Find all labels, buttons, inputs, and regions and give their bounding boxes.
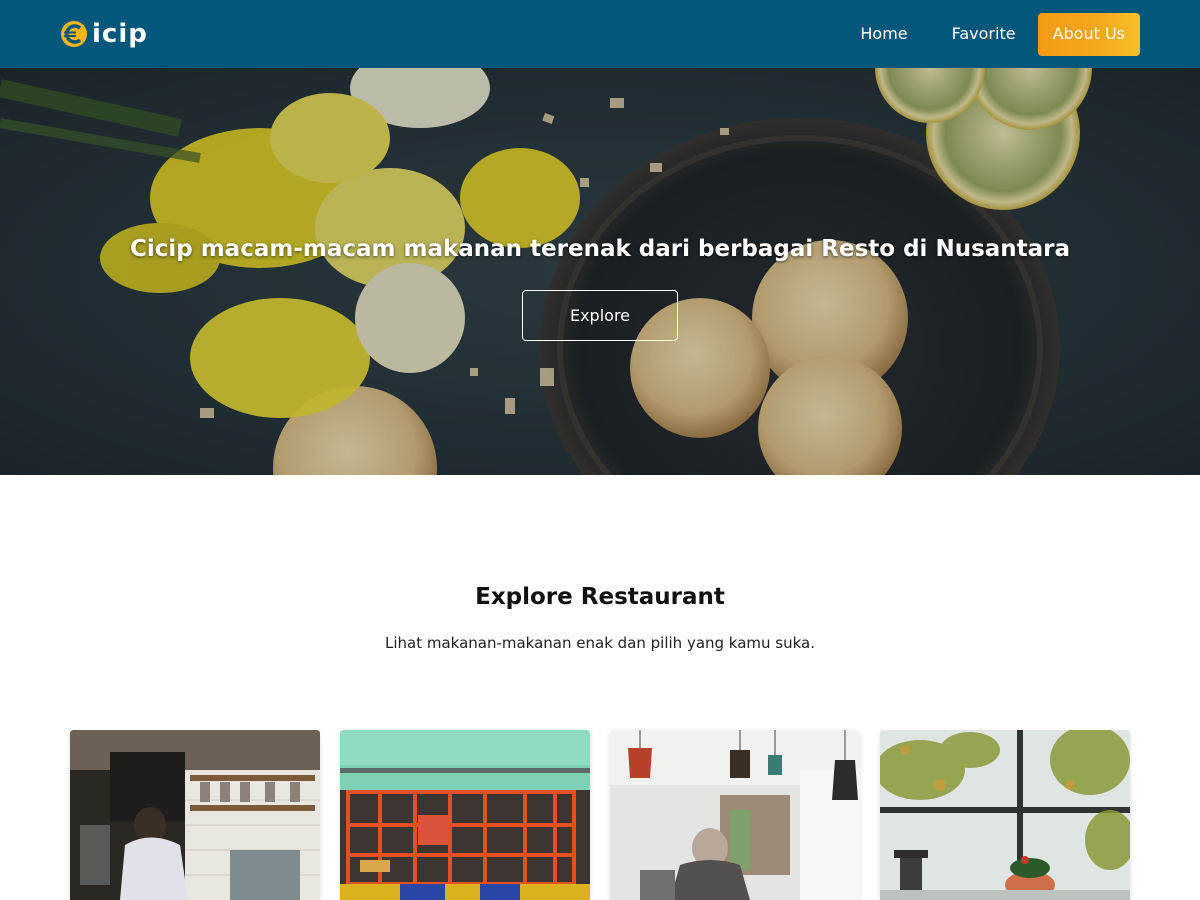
restaurant-card[interactable]: [610, 730, 860, 900]
brand-name: icip: [92, 19, 148, 49]
explore-section-title: Explore Restaurant: [475, 584, 725, 610]
restaurant-list: [70, 730, 1130, 900]
nav-about-us-link[interactable]: About Us: [1037, 12, 1140, 56]
explore-button[interactable]: Explore: [522, 290, 678, 341]
navbar: icip Home Favorite About Us: [0, 0, 1200, 68]
cafe-barista-photo: [70, 730, 320, 900]
nav-home-link[interactable]: Home: [838, 13, 929, 55]
pendant-lamps-cafe-photo: [610, 730, 860, 900]
hero-overlay: [0, 68, 1200, 475]
restaurant-card[interactable]: [340, 730, 590, 900]
restaurant-card[interactable]: [70, 730, 320, 900]
plants-window-photo: [880, 730, 1130, 900]
nav-favorite-link[interactable]: Favorite: [930, 13, 1038, 55]
hero-banner: Cicip macam-macam makanan terenak dari b…: [0, 68, 1200, 475]
cicip-logo-icon: [60, 20, 88, 48]
main-nav: Home Favorite About Us: [838, 12, 1140, 56]
restaurant-card[interactable]: [880, 730, 1130, 900]
colorful-shopfront-photo: [340, 730, 590, 900]
hero-title: Cicip macam-macam makanan terenak dari b…: [129, 236, 1071, 262]
explore-section-subtitle: Lihat makanan-makanan enak dan pilih yan…: [384, 634, 816, 652]
brand-logo[interactable]: icip: [60, 20, 148, 48]
